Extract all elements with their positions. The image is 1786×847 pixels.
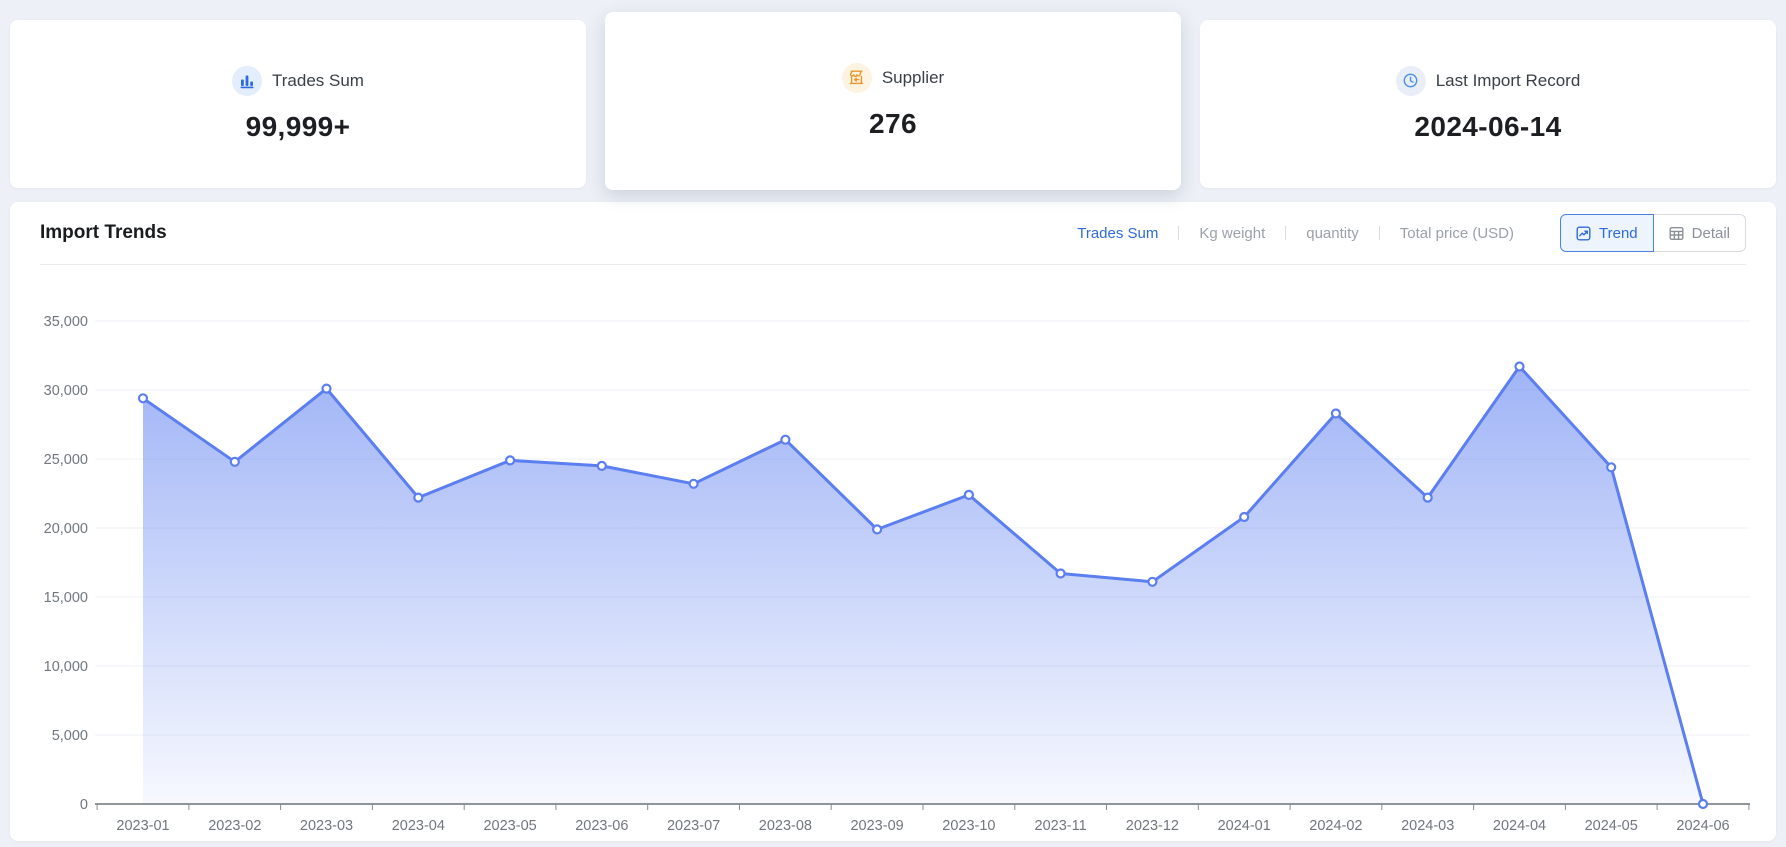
stat-card-last-import-record[interactable]: Last Import Record 2024-06-14 — [1200, 20, 1776, 188]
svg-text:25,000: 25,000 — [44, 452, 88, 468]
svg-text:2024-02: 2024-02 — [1309, 818, 1362, 834]
svg-text:2023-07: 2023-07 — [667, 818, 720, 834]
svg-text:5,000: 5,000 — [52, 728, 88, 744]
detail-button[interactable]: Detail — [1654, 214, 1746, 252]
svg-text:2023-08: 2023-08 — [759, 818, 812, 834]
metric-tabs: Trades Sum Kg weight quantity Total pric… — [1057, 225, 1534, 242]
detail-button-label: Detail — [1692, 225, 1730, 242]
stat-card-header: Trades Sum — [232, 66, 364, 96]
svg-text:0: 0 — [80, 797, 88, 813]
svg-text:2023-01: 2023-01 — [116, 818, 169, 834]
trend-chart-area[interactable]: 0 5,000 10,000 15,000 20,000 25,000 30,000 35,0… — [10, 265, 1776, 843]
svg-text:15,000: 15,000 — [44, 590, 88, 606]
stat-card-supplier[interactable]: Supplier 276 — [605, 12, 1181, 190]
svg-text:2023-09: 2023-09 — [850, 818, 903, 834]
svg-text:20,000: 20,000 — [44, 521, 88, 537]
section-title: Import Trends — [40, 222, 167, 244]
trend-chart-icon — [1576, 226, 1591, 241]
svg-text:2024-05: 2024-05 — [1585, 818, 1638, 834]
stat-card-trades-sum[interactable]: Trades Sum 99,999+ — [10, 20, 586, 188]
stat-card-label: Supplier — [882, 68, 944, 88]
tab-trades-sum[interactable]: Trades Sum — [1057, 225, 1178, 242]
stats-row: Trades Sum 99,999+ Supplier 276 — [0, 0, 1786, 190]
svg-text:2023-03: 2023-03 — [300, 818, 353, 834]
svg-text:2023-11: 2023-11 — [1035, 818, 1087, 834]
svg-text:2023-02: 2023-02 — [208, 818, 261, 834]
stat-card-header: Supplier — [842, 63, 944, 93]
table-icon — [1669, 226, 1684, 241]
svg-text:2024-04: 2024-04 — [1493, 818, 1546, 834]
svg-text:10,000: 10,000 — [44, 659, 88, 675]
import-trends-card: Import Trends Trades Sum Kg weight quant… — [10, 202, 1776, 841]
tab-kg-weight[interactable]: Kg weight — [1179, 225, 1285, 242]
svg-text:30,000: 30,000 — [44, 383, 88, 399]
svg-text:2024-01: 2024-01 — [1218, 818, 1271, 834]
clock-icon — [1396, 66, 1426, 96]
view-toggle: Trend Detail — [1560, 214, 1746, 252]
svg-text:2023-06: 2023-06 — [575, 818, 628, 834]
trend-button[interactable]: Trend — [1560, 214, 1654, 252]
svg-text:35,000: 35,000 — [44, 314, 88, 330]
svg-text:2024-06: 2024-06 — [1676, 818, 1729, 834]
stat-card-label: Last Import Record — [1436, 71, 1581, 91]
svg-text:2024-03: 2024-03 — [1401, 818, 1454, 834]
tab-quantity[interactable]: quantity — [1286, 225, 1379, 242]
stat-card-value: 99,999+ — [246, 111, 351, 143]
tab-total-price-usd[interactable]: Total price (USD) — [1380, 225, 1534, 242]
trend-button-label: Trend — [1599, 225, 1638, 242]
stat-card-value: 2024-06-14 — [1414, 111, 1561, 143]
svg-text:2023-10: 2023-10 — [942, 818, 995, 834]
import-trends-header: Import Trends Trades Sum Kg weight quant… — [40, 202, 1746, 265]
stat-card-value: 276 — [869, 108, 917, 140]
stat-card-label: Trades Sum — [272, 71, 364, 91]
trend-chart: 0 5,000 10,000 15,000 20,000 25,000 30,000 35,0… — [10, 265, 1776, 843]
storefront-icon — [842, 63, 872, 93]
svg-text:2023-12: 2023-12 — [1126, 818, 1179, 834]
stat-card-header: Last Import Record — [1396, 66, 1581, 96]
svg-text:2023-04: 2023-04 — [392, 818, 445, 834]
svg-text:2023-05: 2023-05 — [483, 818, 536, 834]
bar-chart-icon — [232, 66, 262, 96]
